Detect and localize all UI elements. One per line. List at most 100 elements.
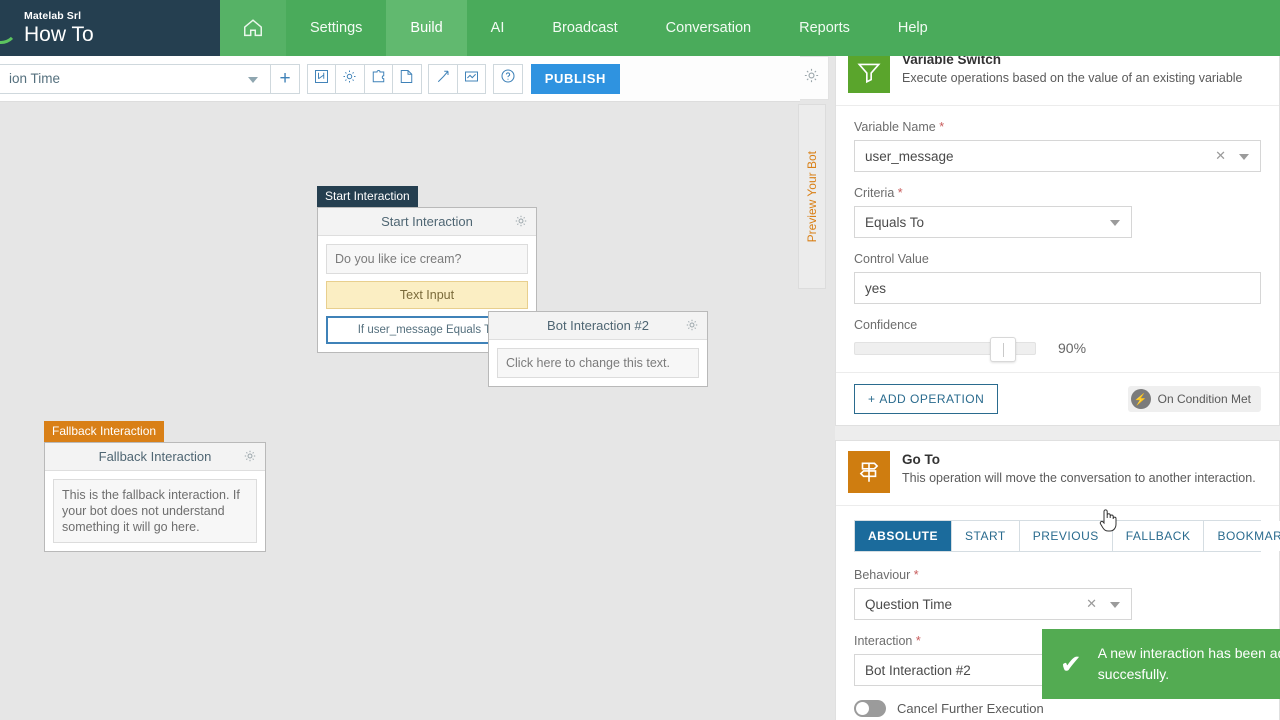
tab-absolute[interactable]: ABSOLUTE	[855, 521, 952, 551]
cancel-further-execution-toggle[interactable]	[854, 700, 886, 717]
nav-item-build[interactable]: Build	[386, 0, 467, 56]
interaction-value: Bot Interaction #2	[865, 662, 971, 678]
nav-item-ai[interactable]: AI	[467, 0, 529, 56]
variable-switch-description: Execute operations based on the value of…	[902, 71, 1243, 85]
go-to-description: This operation will move the conversatio…	[902, 471, 1256, 485]
nav-item-broadcast[interactable]: Broadcast	[528, 0, 641, 56]
on-condition-met-label: On Condition Met	[1157, 392, 1251, 406]
node-header-fallback: Fallback Interaction	[45, 443, 265, 471]
document-button[interactable]	[392, 63, 422, 94]
side-tab-strip: Preview Your Bot	[795, 56, 829, 289]
flow-chart-button[interactable]	[306, 63, 337, 94]
node-bot-interaction-2[interactable]: Bot Interaction #2 Click here to change …	[488, 311, 708, 387]
preview-your-bot-tab[interactable]: Preview Your Bot	[798, 104, 826, 289]
gear-icon	[803, 67, 820, 89]
clear-x-icon[interactable]: ✕	[1086, 596, 1097, 612]
nav-item-help[interactable]: Help	[874, 0, 952, 56]
gear-icon[interactable]	[514, 214, 528, 231]
cancel-execution-row: Cancel Further Execution	[854, 700, 1261, 717]
chevron-down-icon	[1110, 602, 1120, 608]
flow-canvas[interactable]: Start Interaction Start Interaction Do y…	[0, 102, 800, 720]
cancel-further-execution-label: Cancel Further Execution	[897, 701, 1044, 716]
tab-bookmark[interactable]: BOOKMARK	[1204, 521, 1280, 551]
node-tag-start: Start Interaction	[317, 186, 418, 207]
criteria-label: Criteria *	[854, 186, 1261, 200]
settings-button[interactable]	[335, 63, 365, 94]
document-icon	[399, 69, 414, 89]
app-root: Matelab Srl How To Settings Build AI Bro…	[0, 0, 1280, 720]
panel-settings-button[interactable]	[795, 56, 829, 100]
go-to-title: Go To	[902, 452, 940, 467]
gear-icon[interactable]	[243, 449, 257, 466]
variable-name-input[interactable]: user_message ✕	[854, 140, 1261, 172]
go-to-header: Go To This operation will move the conve…	[836, 441, 1279, 505]
behaviour-select[interactable]: ion Time	[0, 63, 272, 94]
tab-fallback[interactable]: FALLBACK	[1112, 521, 1205, 551]
brand-bot-name: How To	[24, 22, 94, 46]
required-asterisk: *	[915, 634, 921, 648]
node-title-fallback: Fallback Interaction	[98, 449, 212, 464]
variable-name-label-text: Variable Name	[854, 120, 936, 134]
node-header-bot2: Bot Interaction #2	[489, 312, 707, 340]
integrations-button[interactable]	[363, 63, 394, 94]
brand-company: Matelab Srl	[24, 9, 82, 22]
node-title-start: Start Interaction	[381, 214, 473, 229]
node-message-bot2[interactable]: Click here to change this text.	[497, 348, 699, 378]
control-value-input[interactable]: yes	[854, 272, 1261, 304]
help-button[interactable]	[493, 63, 523, 94]
toast-message: A new interaction has been added succesf…	[1097, 645, 1280, 682]
nav-item-reports[interactable]: Reports	[775, 0, 874, 56]
plus-icon: +	[279, 68, 291, 89]
behaviour-value: Question Time	[865, 596, 953, 612]
node-body-bot2: Click here to change this text.	[489, 340, 707, 386]
brand-block: Matelab Srl How To	[0, 0, 220, 56]
node-input-type-pill[interactable]: Text Input	[326, 281, 528, 309]
confidence-slider-row: 90%	[854, 336, 1261, 362]
circle-logo-icon	[0, 10, 18, 44]
operations-panel[interactable]: Variable Switch Execute operations based…	[835, 0, 1280, 720]
clear-x-icon[interactable]: ✕	[1215, 148, 1226, 164]
chevron-down-icon	[1239, 154, 1249, 160]
variable-switch-text: Variable Switch Execute operations based…	[890, 51, 1243, 86]
criteria-label-text: Criteria	[854, 186, 895, 200]
behaviour-select-value: ion Time	[9, 71, 61, 86]
node-message-start[interactable]: Do you like ice cream?	[326, 244, 528, 274]
tab-start[interactable]: START	[952, 521, 1020, 551]
analytics-button[interactable]	[456, 63, 487, 94]
behaviour-select-goto[interactable]: Question Time ✕	[854, 588, 1132, 620]
variable-switch-body: Variable Name * user_message ✕ Criteria …	[836, 105, 1279, 372]
add-behaviour-button[interactable]: +	[270, 63, 300, 94]
nav-item-settings[interactable]: Settings	[286, 0, 386, 56]
control-value-label: Control Value	[854, 252, 929, 266]
node-message-fallback[interactable]: This is the fallback interaction. If you…	[53, 479, 257, 543]
node-box-bot2[interactable]: Bot Interaction #2 Click here to change …	[488, 311, 708, 387]
criteria-select[interactable]: Equals To	[854, 206, 1132, 238]
on-condition-met-chip[interactable]: ⚡ On Condition Met	[1127, 386, 1261, 412]
top-navigation-bar: Matelab Srl How To Settings Build AI Bro…	[0, 0, 1280, 56]
nav-home-button[interactable]	[220, 0, 286, 56]
build-toolbar: ion Time + PUBLISH	[0, 56, 621, 102]
analytics-icon	[464, 69, 479, 89]
node-fallback-interaction[interactable]: Fallback Interaction Fallback Interactio…	[44, 421, 266, 552]
collapse-button[interactable]	[428, 63, 458, 94]
publish-button[interactable]: PUBLISH	[530, 63, 621, 94]
go-to-tabs: ABSOLUTE START PREVIOUS FALLBACK BOOKMAR…	[854, 520, 1280, 552]
behaviour-label-text: Behaviour	[854, 568, 911, 582]
confidence-label: Confidence	[854, 318, 918, 332]
chevron-down-icon	[248, 76, 259, 83]
node-header-start: Start Interaction	[318, 208, 536, 236]
chevron-down-icon	[1110, 220, 1120, 226]
variable-switch-footer: + ADD OPERATION ⚡ On Condition Met	[836, 372, 1279, 425]
plus-icon: +	[868, 392, 880, 406]
node-title-bot2: Bot Interaction #2	[547, 318, 649, 333]
nav-item-conversation[interactable]: Conversation	[642, 0, 775, 56]
node-condition-label: If user_message Equals To	[357, 324, 497, 336]
confidence-slider-handle[interactable]	[990, 336, 1016, 362]
help-circle-icon	[500, 68, 516, 89]
confidence-slider[interactable]	[854, 336, 1036, 362]
gear-icon[interactable]	[685, 318, 699, 335]
add-operation-button[interactable]: + ADD OPERATION	[854, 384, 999, 414]
control-value-text: yes	[865, 280, 887, 296]
node-box-fallback[interactable]: Fallback Interaction This is the fallbac…	[44, 442, 266, 552]
add-operation-label: ADD OPERATION	[879, 392, 985, 406]
